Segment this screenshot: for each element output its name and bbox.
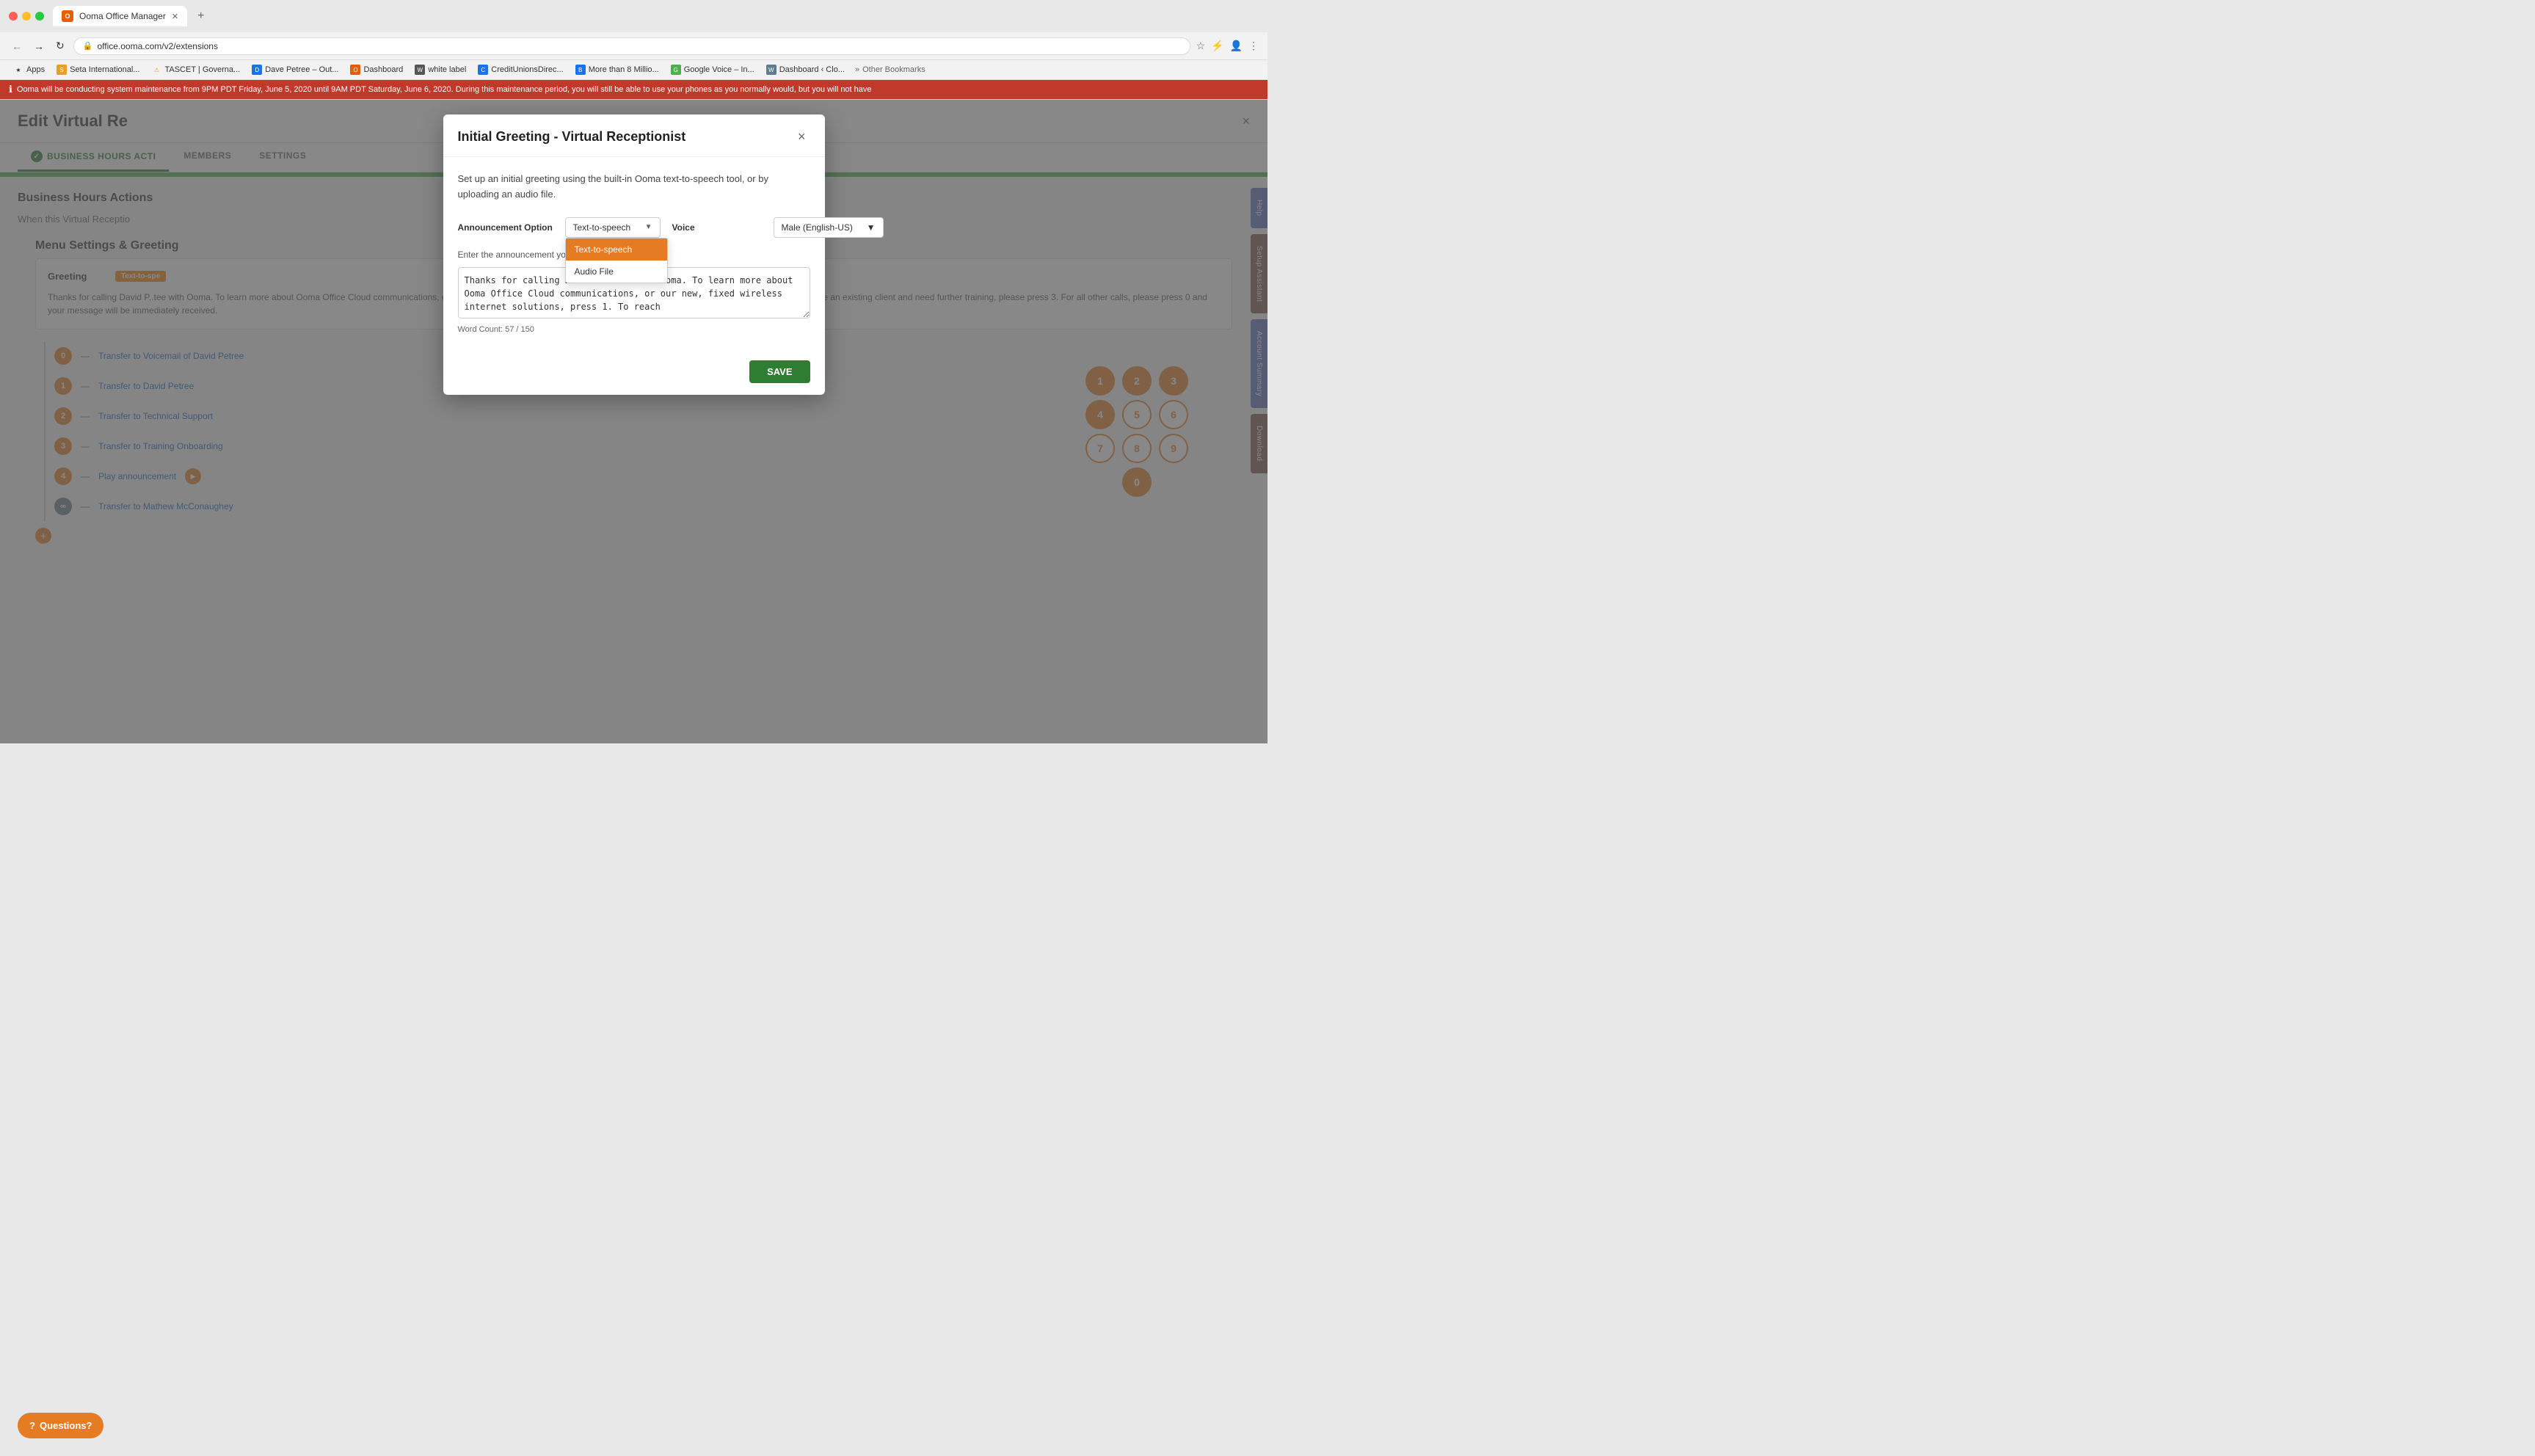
- questions-icon: ?: [29, 1420, 35, 1431]
- d2-favicon: W: [766, 65, 776, 75]
- profile-icon[interactable]: 👤: [1230, 40, 1243, 52]
- dashboard-favicon: O: [350, 65, 360, 75]
- modal-footer: SAVE: [443, 349, 825, 395]
- announcement-dropdown-menu: Text-to-speech Audio File: [565, 238, 668, 283]
- gv-favicon: G: [671, 65, 681, 75]
- browser-toolbar: ← → ↻ 🔒 office.ooma.com/v2/extensions ☆ …: [0, 32, 1268, 60]
- tab-close-btn[interactable]: ✕: [172, 12, 178, 21]
- bookmark-dashboard-label: Dashboard: [363, 65, 403, 74]
- voice-caret-icon: ▼: [867, 222, 876, 233]
- back-button[interactable]: ←: [9, 37, 25, 55]
- seta-favicon: S: [57, 65, 67, 75]
- lock-icon: 🔒: [83, 41, 93, 51]
- voice-label: Voice: [672, 222, 768, 233]
- dave-favicon: D: [252, 65, 262, 75]
- forward-button[interactable]: →: [31, 37, 47, 55]
- modal-body: Set up an initial greeting using the bui…: [443, 157, 825, 349]
- wl-favicon: W: [415, 65, 425, 75]
- bookmark-creditunions[interactable]: C CreditUnionsDirec...: [473, 63, 567, 76]
- other-bookmarks-label[interactable]: Other Bookmarks: [862, 65, 925, 74]
- browser-titlebar: O Ooma Office Manager ✕ +: [0, 0, 1268, 32]
- traffic-lights: [9, 12, 44, 21]
- dropdown-option-tts[interactable]: Text-to-speech: [566, 239, 667, 261]
- modal-title: Initial Greeting - Virtual Receptionist: [458, 129, 686, 145]
- bookmark-whitelabel[interactable]: W white label: [410, 63, 470, 76]
- questions-label: Questions?: [40, 1420, 92, 1431]
- apps-favicon: ★: [13, 65, 23, 75]
- bookmark-gv-label: Google Voice – In...: [684, 65, 754, 74]
- alert-text: Ooma will be conducting system maintenan…: [17, 85, 872, 94]
- address-bar[interactable]: 🔒 office.ooma.com/v2/extensions: [73, 37, 1190, 55]
- announcement-dropdown-value: Text-to-speech: [573, 222, 631, 233]
- bookmarks-bar: ★ Apps S Seta International... ⚠ TASCET …: [0, 60, 1268, 80]
- dropdown-option-audio[interactable]: Audio File: [566, 261, 667, 283]
- voice-dropdown-value: Male (English-US): [782, 222, 853, 233]
- modal-close-button[interactable]: ×: [793, 128, 810, 146]
- announcement-option-row: Announcement Option Text-to-speech ▼ Tex…: [458, 217, 810, 238]
- bookmark-tascet[interactable]: ⚠ TASCET | Governa...: [147, 63, 244, 76]
- more-bookmarks-icon[interactable]: »: [855, 65, 859, 74]
- bookmark-seta-label: Seta International...: [70, 65, 139, 74]
- bookmark-apps[interactable]: ★ Apps: [9, 63, 49, 76]
- modal-header: Initial Greeting - Virtual Receptionist …: [443, 114, 825, 157]
- bookmark-d2-label: Dashboard ‹ Clo...: [779, 65, 845, 74]
- bookmark-dave[interactable]: D Dave Petree – Out...: [247, 63, 343, 76]
- new-tab-button[interactable]: +: [193, 8, 208, 24]
- bookmark-dashboard[interactable]: O Dashboard: [346, 63, 407, 76]
- cu-favicon: C: [478, 65, 488, 75]
- bookmark-wl-label: white label: [428, 65, 466, 74]
- reload-button[interactable]: ↻: [53, 37, 68, 55]
- page-content: Edit Virtual Re × ✓ BUSINESS HOURS ACTI …: [0, 100, 1268, 743]
- modal-overlay: Initial Greeting - Virtual Receptionist …: [0, 100, 1268, 743]
- close-traffic-light[interactable]: [9, 12, 18, 21]
- alert-icon: ℹ: [9, 84, 12, 95]
- bookmark-gvoice[interactable]: G Google Voice – In...: [666, 63, 759, 76]
- bookmark-dash2[interactable]: W Dashboard ‹ Clo...: [762, 63, 849, 76]
- announcement-dropdown-wrapper: Text-to-speech ▼ Text-to-speech Audio Fi…: [565, 217, 661, 238]
- tab-title: Ooma Office Manager: [79, 11, 166, 21]
- bookmark-star-icon[interactable]: ☆: [1196, 40, 1206, 52]
- toolbar-actions: ☆ ⚡ 👤 ⋮: [1196, 40, 1259, 52]
- bookmark-more[interactable]: B More than 8 Millio...: [571, 63, 663, 76]
- bookmark-seta[interactable]: S Seta International...: [52, 63, 144, 76]
- announcement-option-label: Announcement Option: [458, 222, 553, 233]
- browser-chrome: O Ooma Office Manager ✕ + ← → ↻ 🔒 office…: [0, 0, 1268, 100]
- maximize-traffic-light[interactable]: [35, 12, 44, 21]
- system-alert-bar: ℹ Ooma will be conducting system mainten…: [0, 80, 1268, 99]
- voice-select-group: Voice Male (English-US) ▼: [672, 217, 884, 238]
- modal-description: Set up an initial greeting using the bui…: [458, 172, 810, 203]
- dropdown-caret-icon: ▼: [645, 223, 652, 231]
- extensions-icon[interactable]: ⚡: [1211, 40, 1223, 52]
- tascet-favicon: ⚠: [151, 65, 161, 75]
- voice-dropdown[interactable]: Male (English-US) ▼: [774, 217, 884, 238]
- initial-greeting-modal: Initial Greeting - Virtual Receptionist …: [443, 114, 825, 395]
- bookmark-more-label: More than 8 Millio...: [589, 65, 659, 74]
- announcement-dropdown[interactable]: Text-to-speech ▼: [565, 217, 661, 238]
- url-text: office.ooma.com/v2/extensions: [97, 41, 218, 51]
- tab-favicon: O: [62, 10, 73, 22]
- bookmark-tascet-label: TASCET | Governa...: [164, 65, 240, 74]
- menu-icon[interactable]: ⋮: [1248, 40, 1259, 52]
- bookmark-dave-label: Dave Petree – Out...: [265, 65, 338, 74]
- minimize-traffic-light[interactable]: [22, 12, 31, 21]
- bookmark-apps-label: Apps: [26, 65, 45, 74]
- bookmark-cu-label: CreditUnionsDirec...: [491, 65, 563, 74]
- questions-button[interactable]: ? Questions?: [18, 1413, 103, 1438]
- save-button[interactable]: SAVE: [749, 360, 810, 383]
- word-count-text: Word Count: 57 / 150: [458, 325, 810, 334]
- browser-tab[interactable]: O Ooma Office Manager ✕: [53, 6, 187, 26]
- more-favicon: B: [575, 65, 586, 75]
